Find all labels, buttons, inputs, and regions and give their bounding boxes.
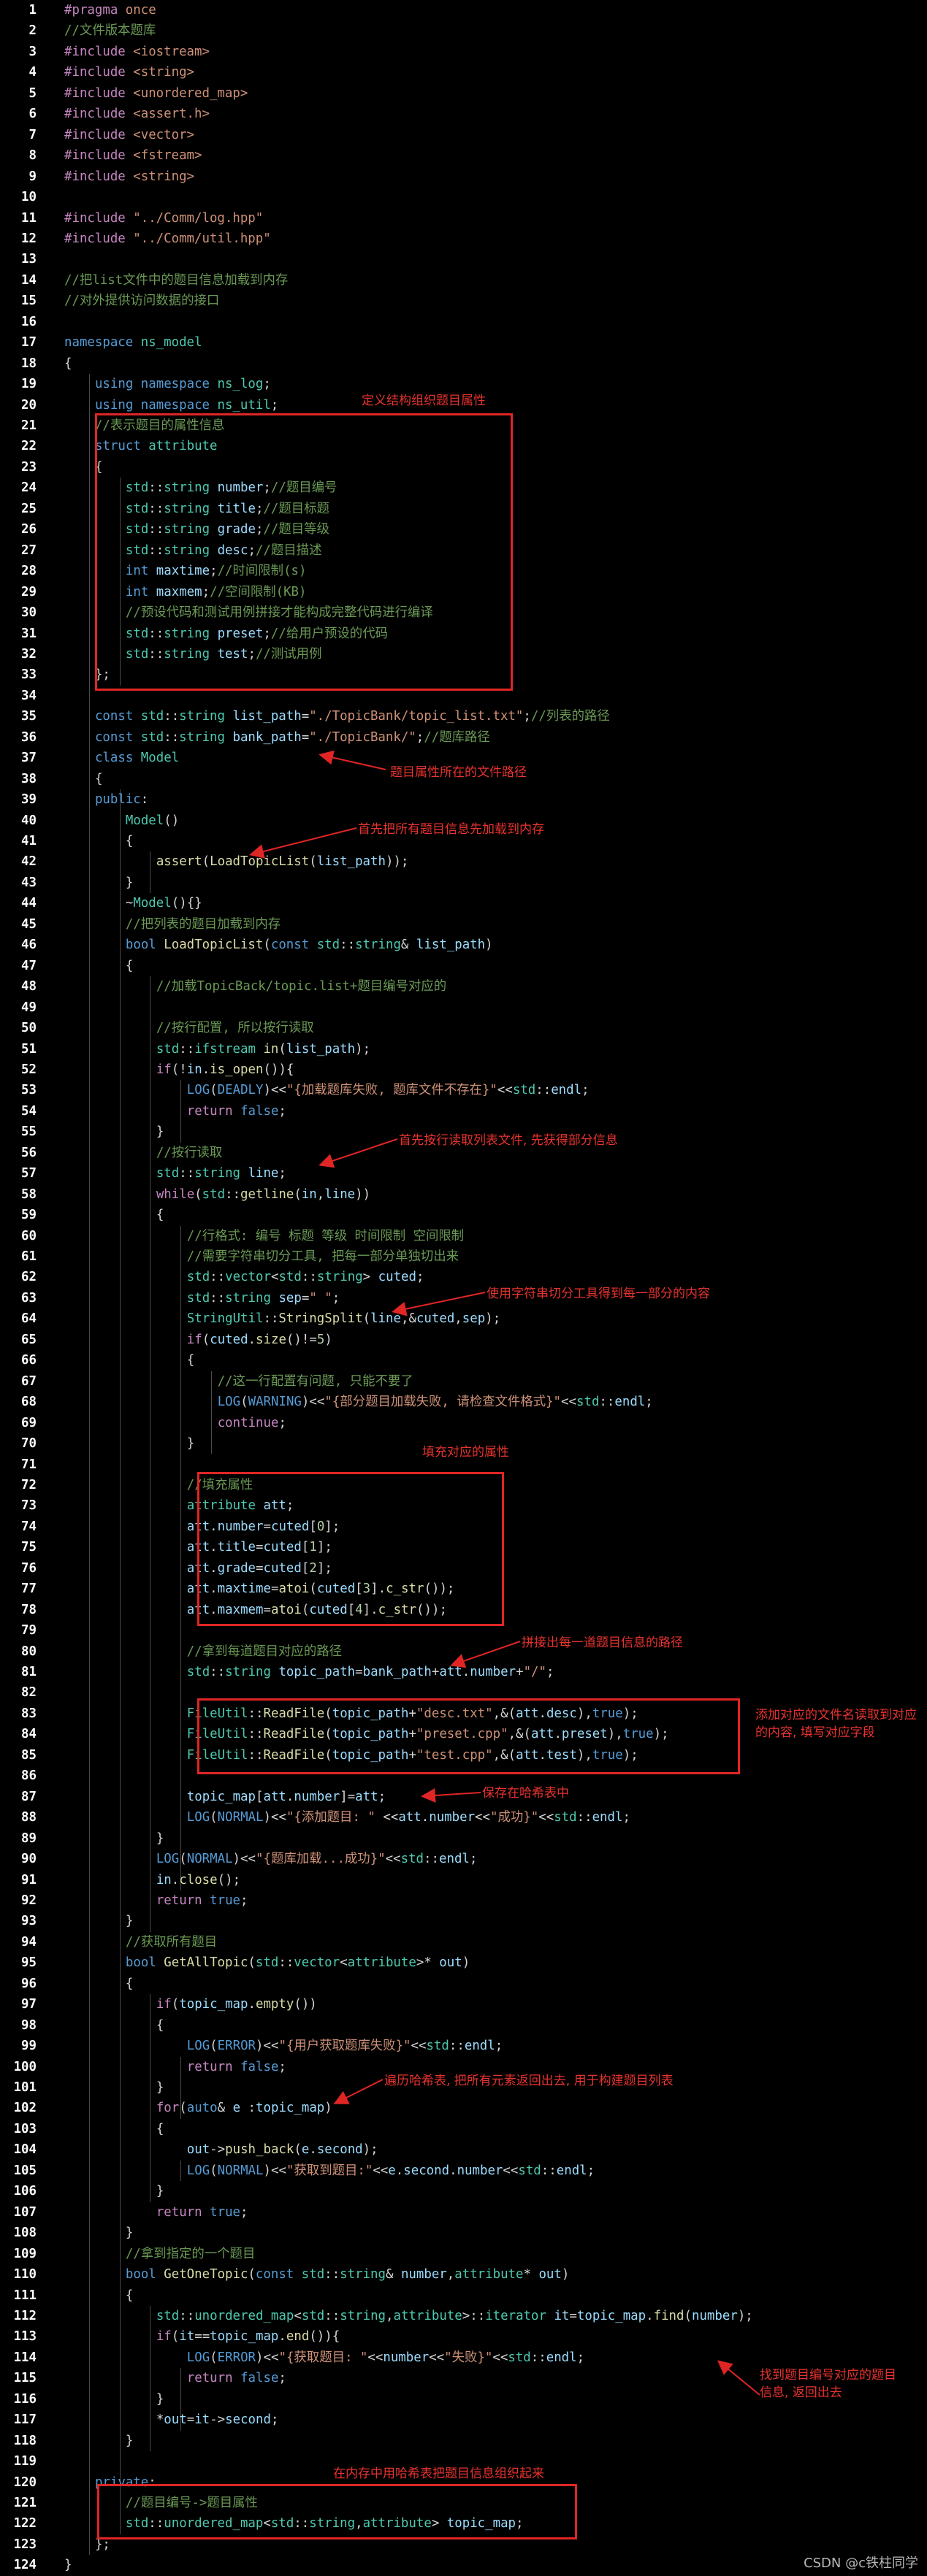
- annotation-label: 保存在哈希表中: [482, 1786, 569, 1801]
- annotation-arrow: [717, 2360, 760, 2396]
- annotation-label: 添加对应的文件名读取到对应的内容, 填写对应字段: [755, 1708, 917, 1740]
- annotation-arrows: [249, 750, 760, 2396]
- annotation-label: 填充对应的属性: [422, 1445, 509, 1460]
- annotation-label: 首先把所有题目信息先加载到内存: [358, 822, 544, 837]
- annotation-arrow: [392, 1292, 486, 1316]
- annotation-label: 题目属性所在的文件路径: [390, 765, 527, 780]
- annotation-label: 拼接出每一道题目信息的路径: [522, 1636, 683, 1650]
- annotation-arrow: [450, 1641, 521, 1668]
- code-editor: 1 #pragma once 2//文件版本题库 3 #include <iostrea…: [0, 0, 927, 2576]
- annotation-label: 在内存中用哈希表把题目信息组织起来: [333, 2466, 544, 2481]
- annotation-label: 找到题目编号对应的题目信息, 返回出去: [760, 2368, 896, 2400]
- annotation-arrow: [421, 1787, 481, 1803]
- watermark: CSDN @c铁柱同学: [804, 2556, 918, 2571]
- annotation-label: 首先按行读取列表文件, 先获得部分信息: [399, 1133, 618, 1148]
- annotation-label: 使用字符串切分工具得到每一部分的内容: [487, 1287, 710, 1301]
- annotation-arrow: [249, 827, 357, 859]
- annotation-label: 遍历哈希表, 把所有元素返回出去, 用于构建题目列表: [384, 2074, 674, 2088]
- annotation-label: 定义结构组织题目属性: [362, 394, 486, 408]
- annotation-arrow: [318, 1138, 398, 1168]
- annotation-arrow: [333, 2079, 384, 2104]
- annotation-arrow: [318, 750, 386, 770]
